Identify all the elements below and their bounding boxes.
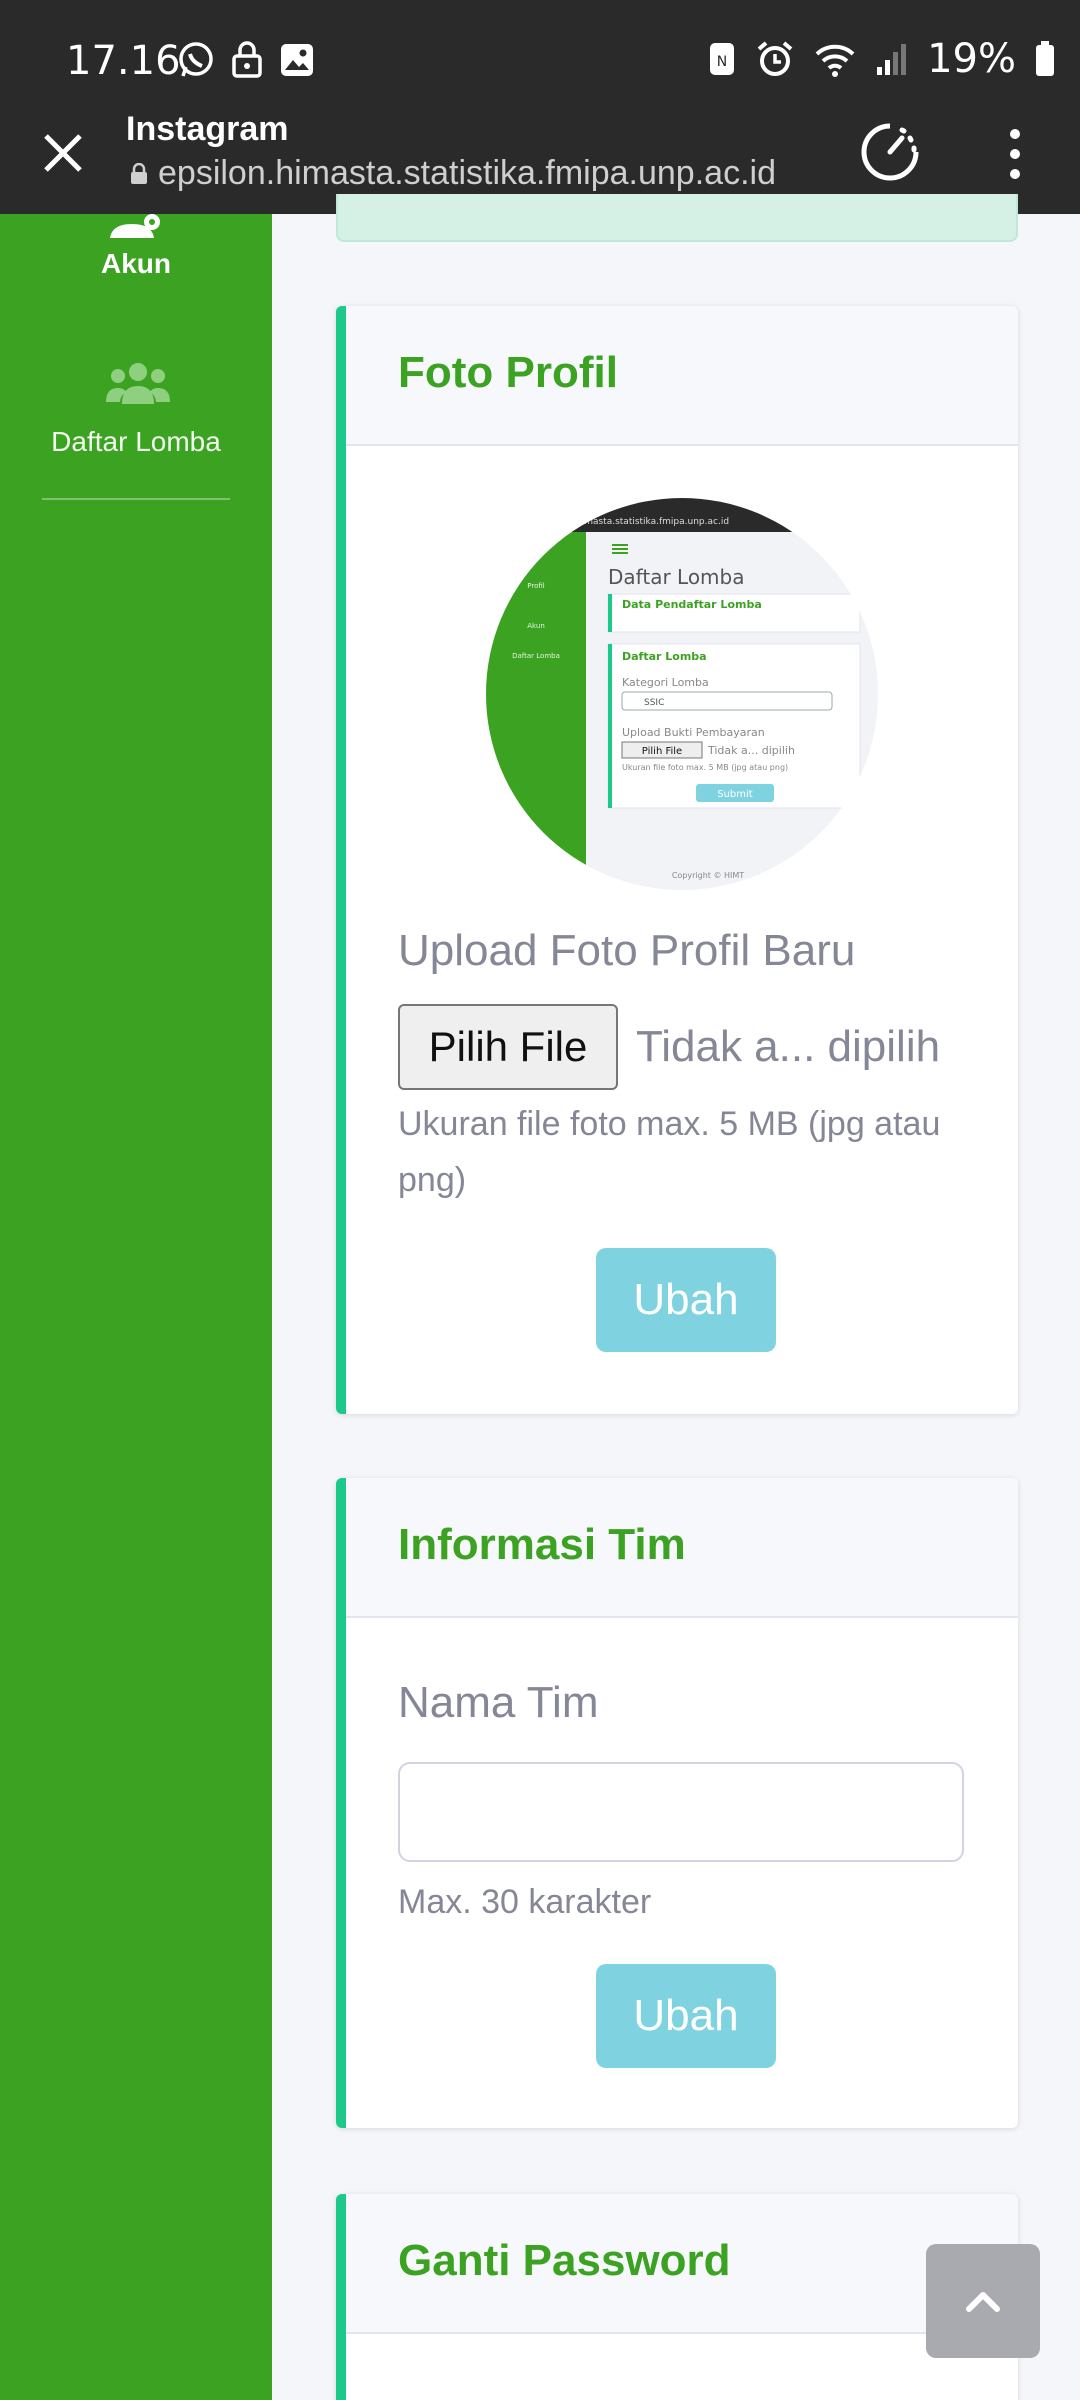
speedometer-icon[interactable] (858, 120, 922, 184)
wifi-icon (815, 44, 855, 77)
svg-text:N: N (717, 54, 727, 70)
alert-box (336, 194, 1018, 242)
alarm-icon (757, 41, 793, 76)
thumb-section-1: Data Pendaftar Lomba (622, 598, 762, 611)
thumb-side-item-1: Profil (527, 582, 545, 590)
sidebar-item-akun[interactable]: Akun (0, 248, 272, 280)
card-foto-profil: Foto Profil himasta.statistika.fmipa.unp… (336, 306, 1018, 1414)
browser-title: Instagram (126, 110, 289, 148)
thumb-url: himasta.statistika.fmipa.unp.ac.id (576, 517, 729, 527)
thumb-section-2: Daftar Lomba (622, 650, 707, 663)
card-header: Ganti Password (346, 2194, 1018, 2334)
more-options-icon[interactable] (1000, 126, 1030, 182)
ubah-tim-button[interactable]: Ubah (596, 1964, 776, 2068)
chevron-up-icon (966, 2292, 1000, 2312)
browser-url-text: epsilon.himasta.statistika.fmipa.unp.ac.… (158, 154, 776, 192)
thumb-file-status: Tidak a... dipilih (707, 744, 795, 757)
choose-file-button[interactable]: Pilih File (398, 1004, 618, 1090)
thumb-file-btn: Pilih File (642, 746, 682, 757)
nfc-icon: N (710, 43, 735, 75)
nama-tim-input[interactable] (398, 1762, 964, 1862)
users-icon[interactable] (106, 362, 170, 406)
signal-icon (877, 44, 907, 75)
upload-help-text: Ukuran file foto max. 5 MB (jpg atau png… (398, 1105, 941, 1199)
thumb-category-label: Kategori Lomba (622, 676, 709, 689)
whatsapp-icon (179, 42, 213, 77)
thumb-footer: Copyright © HIMT (672, 871, 744, 880)
secure-lock-icon (131, 162, 147, 184)
thumb-upload-label: Upload Bukti Pembayaran (622, 726, 765, 739)
thumb-submit: Submit (717, 789, 753, 800)
battery-percent: 19% (927, 36, 1016, 82)
thumb-category-value: SSIC (644, 698, 664, 708)
card-title-ganti-password: Ganti Password (398, 2236, 731, 2285)
status-bar: 17.16 N 19% (0, 0, 1080, 122)
battery-icon (1036, 41, 1054, 76)
thumb-page-title: Daftar Lomba (608, 565, 744, 589)
lock-icon (232, 41, 262, 78)
gallery-icon (281, 44, 313, 76)
nama-tim-label: Nama Tim (398, 1678, 599, 1727)
card-title-informasi-tim: Informasi Tim (398, 1520, 686, 1569)
file-status: Tidak a... dipilih (636, 1022, 941, 1071)
sidebar-divider (42, 498, 230, 500)
browser-url[interactable]: epsilon.himasta.statistika.fmipa.unp.ac.… (130, 154, 776, 193)
thumb-side-item-2: Akun (527, 622, 545, 630)
card-header: Informasi Tim (346, 1478, 1018, 1618)
upload-label: Upload Foto Profil Baru (398, 926, 856, 975)
notification-icons (176, 40, 316, 80)
system-icons: N 19% (707, 36, 1056, 82)
user-cog-icon[interactable] (108, 214, 168, 238)
card-title-foto-profil: Foto Profil (398, 348, 618, 397)
profile-photo-screenshot: himasta.statistika.fmipa.unp.ac.id Profi… (486, 498, 878, 890)
ubah-foto-button[interactable]: Ubah (596, 1248, 776, 1352)
scroll-top-button[interactable] (926, 2244, 1040, 2358)
status-time: 17.16 (66, 38, 181, 84)
profile-photo: himasta.statistika.fmipa.unp.ac.id Profi… (486, 498, 878, 890)
thumb-help: Ukuran file foto max. 5 MB (jpg atau png… (622, 763, 788, 772)
card-ganti-password: Ganti Password (336, 2194, 1018, 2400)
card-header: Foto Profil (346, 306, 1018, 446)
sidebar-item-daftar-lomba[interactable]: Daftar Lomba (0, 426, 272, 458)
sidebar: Akun Daftar Lomba (0, 214, 272, 2400)
main-content: Foto Profil himasta.statistika.fmipa.unp… (272, 194, 1080, 2400)
nama-tim-help-text: Max. 30 karakter (398, 1883, 652, 1921)
close-icon[interactable] (38, 128, 88, 178)
card-informasi-tim: Informasi Tim Nama Tim Max. 30 karakter … (336, 1478, 1018, 2128)
thumb-side-item-3: Daftar Lomba (512, 652, 560, 660)
